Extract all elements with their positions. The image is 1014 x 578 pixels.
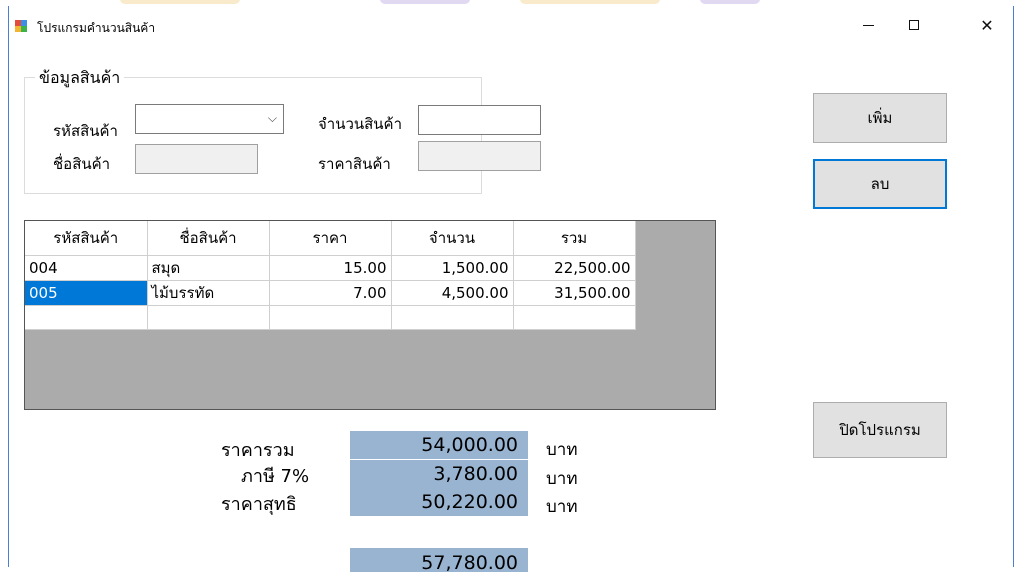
cell-name[interactable]: ไม้บรรทัด bbox=[147, 280, 270, 306]
close-icon: ✕ bbox=[980, 15, 994, 35]
vat-value: 3,780.00 bbox=[350, 460, 528, 488]
total-unit: บาท bbox=[546, 440, 578, 460]
vat-unit: บาท bbox=[546, 469, 578, 489]
column-header-total[interactable]: รวม bbox=[513, 221, 636, 256]
cell-total[interactable]: 22,500.00 bbox=[513, 255, 636, 281]
extra-total-value: 57,780.00 bbox=[350, 548, 528, 574]
table-row-selected[interactable]: 005 ไม้บรรทัด 7.00 4,500.00 31,500.00 bbox=[25, 280, 636, 306]
product-datagrid[interactable]: รหัสสินค้า ชื่อสินค้า ราคา จำนวน รวม 004… bbox=[24, 220, 716, 410]
net-value: 50,220.00 bbox=[350, 488, 528, 516]
price-field[interactable] bbox=[418, 141, 541, 171]
column-header-code[interactable]: รหัสสินค้า bbox=[25, 221, 148, 256]
cell-price[interactable] bbox=[269, 305, 392, 330]
cell-total[interactable] bbox=[513, 305, 636, 330]
chevron-down-icon[interactable]: ⌵ bbox=[268, 111, 277, 126]
close-button[interactable]: ✕ bbox=[964, 6, 1010, 44]
cell-code[interactable]: 005 bbox=[25, 280, 148, 306]
product-name-label: ชื่อสินค้า bbox=[53, 155, 111, 173]
cell-qty[interactable] bbox=[391, 305, 514, 330]
title-bar[interactable]: โปรแกรมคำนวนสินค้า ✕ bbox=[9, 6, 1013, 44]
cell-name[interactable] bbox=[147, 305, 270, 330]
column-header-qty[interactable]: จำนวน bbox=[391, 221, 514, 256]
maximize-icon bbox=[909, 20, 919, 30]
maximize-button[interactable] bbox=[891, 6, 937, 44]
window-title: โปรแกรมคำนวนสินค้า bbox=[37, 21, 156, 35]
cell-qty[interactable]: 4,500.00 bbox=[391, 280, 514, 306]
close-program-button[interactable]: ปิดโปรแกรม bbox=[813, 402, 947, 458]
vat-label: ภาษี 7% bbox=[241, 466, 310, 487]
column-header-price[interactable]: ราคา bbox=[269, 221, 392, 256]
groupbox-title: ข้อมูลสินค้า bbox=[35, 66, 125, 91]
quantity-label: จำนวนสินค้า bbox=[318, 115, 403, 133]
table-row-new[interactable] bbox=[25, 305, 636, 330]
cell-name[interactable]: สมุด bbox=[147, 255, 270, 281]
app-icon bbox=[15, 20, 27, 32]
cell-price[interactable]: 15.00 bbox=[269, 255, 392, 281]
product-code-label: รหัสสินค้า bbox=[53, 122, 118, 140]
table-row[interactable]: 004 สมุด 15.00 1,500.00 22,500.00 bbox=[25, 255, 636, 281]
product-name-field[interactable] bbox=[135, 144, 258, 174]
delete-button[interactable]: ลบ bbox=[813, 159, 947, 209]
net-label: ราคาสุทธิ bbox=[221, 494, 297, 515]
price-label: ราคาสินค้า bbox=[318, 155, 391, 173]
cell-total[interactable]: 31,500.00 bbox=[513, 280, 636, 306]
quantity-field[interactable] bbox=[418, 105, 541, 135]
minimize-icon bbox=[862, 24, 874, 26]
minimize-button[interactable] bbox=[845, 6, 891, 44]
cell-qty[interactable]: 1,500.00 bbox=[391, 255, 514, 281]
column-header-name[interactable]: ชื่อสินค้า bbox=[147, 221, 270, 256]
table-header-row: รหัสสินค้า ชื่อสินค้า ราคา จำนวน รวม bbox=[25, 221, 636, 256]
cell-code[interactable]: 004 bbox=[25, 255, 148, 281]
total-value: 54,000.00 bbox=[350, 431, 528, 459]
add-button[interactable]: เพิ่ม bbox=[813, 93, 947, 143]
product-code-combobox[interactable]: ⌵ bbox=[135, 104, 284, 134]
net-unit: บาท bbox=[546, 497, 578, 517]
form-client-area: ข้อมูลสินค้า รหัสสินค้า ⌵ ชื่อสินค้า จำน… bbox=[9, 44, 1013, 574]
cell-price[interactable]: 7.00 bbox=[269, 280, 392, 306]
total-label: ราคารวม bbox=[221, 440, 295, 461]
product-table: รหัสสินค้า ชื่อสินค้า ราคา จำนวน รวม 004… bbox=[25, 221, 636, 330]
main-window: โปรแกรมคำนวนสินค้า ✕ ข้อมูลสินค้า รหัสสิ… bbox=[8, 6, 1014, 574]
cell-code[interactable] bbox=[25, 305, 148, 330]
